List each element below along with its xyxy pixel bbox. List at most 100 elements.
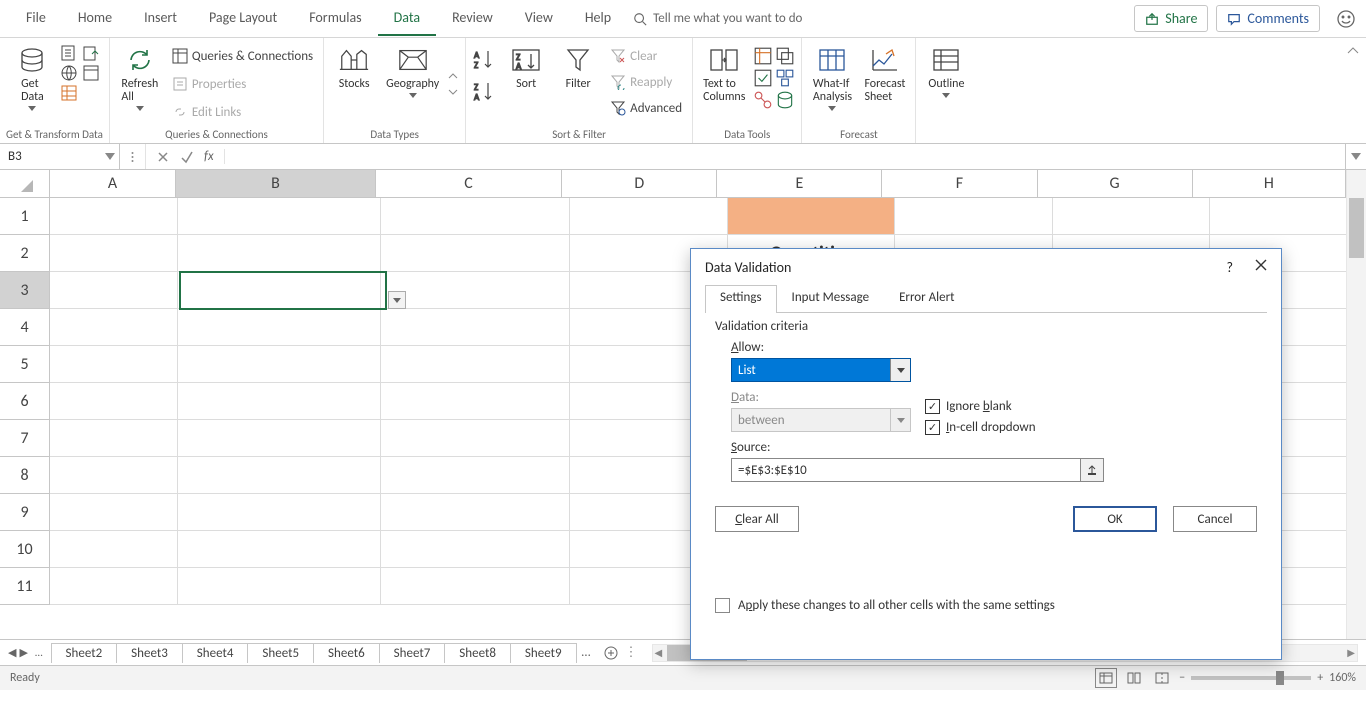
- row-header-1[interactable]: 1: [0, 198, 50, 235]
- cell-A3[interactable]: [50, 272, 178, 308]
- cell-E1[interactable]: [728, 198, 895, 234]
- select-all-cells[interactable]: [0, 170, 50, 198]
- get-data-button[interactable]: Get Data: [8, 42, 56, 113]
- add-sheet-button[interactable]: [603, 645, 619, 661]
- row-header-10[interactable]: 10: [0, 531, 50, 568]
- outline-button[interactable]: Outline: [922, 42, 970, 100]
- what-if-button[interactable]: What-If Analysis: [808, 42, 856, 113]
- dialog-title-bar[interactable]: Data Validation ?: [691, 249, 1281, 285]
- tab-home[interactable]: Home: [62, 1, 128, 36]
- cell-C9[interactable]: [381, 494, 570, 530]
- name-box[interactable]: B3: [0, 144, 120, 169]
- data-validation-icon[interactable]: [753, 68, 773, 88]
- tabs-resize-handle[interactable]: ⋮: [619, 645, 644, 660]
- cell-C7[interactable]: [381, 420, 570, 456]
- row-header-4[interactable]: 4: [0, 309, 50, 346]
- cell-dropdown-handle[interactable]: [388, 291, 406, 309]
- refresh-all-button[interactable]: Refresh All: [116, 42, 164, 113]
- manage-data-model-icon[interactable]: [775, 90, 795, 110]
- cell-B6[interactable]: [178, 383, 381, 419]
- relationships-icon[interactable]: [753, 90, 773, 110]
- sheet-tab[interactable]: Sheet2: [51, 643, 118, 663]
- more-sheets-icon[interactable]: …: [35, 646, 43, 659]
- edit-links-button[interactable]: Edit Links: [168, 102, 317, 122]
- cell-B7[interactable]: [178, 420, 381, 456]
- sort-button[interactable]: ZA Sort: [502, 42, 550, 93]
- scroll-thumb[interactable]: [1349, 198, 1364, 258]
- tab-help[interactable]: Help: [569, 1, 627, 36]
- zoom-out-button[interactable]: −: [1179, 671, 1185, 685]
- dialog-tab-error-alert[interactable]: Error Alert: [884, 285, 969, 312]
- from-text-csv-icon[interactable]: [60, 44, 78, 62]
- zoom-value[interactable]: 160%: [1329, 671, 1356, 685]
- sheet-tab[interactable]: Sheet5: [247, 643, 314, 663]
- sheet-tab[interactable]: Sheet7: [379, 643, 446, 663]
- cell-G1[interactable]: [1053, 198, 1211, 234]
- cell-B4[interactable]: [178, 309, 381, 345]
- reapply-button[interactable]: Reapply: [606, 72, 686, 92]
- col-header-h[interactable]: H: [1193, 170, 1346, 198]
- cell-A11[interactable]: [50, 568, 178, 604]
- sheet-tab[interactable]: Sheet3: [116, 643, 183, 663]
- share-button[interactable]: Share: [1134, 5, 1208, 32]
- cell-A10[interactable]: [50, 531, 178, 567]
- prev-sheet-icon[interactable]: ◀: [8, 646, 16, 659]
- comments-button[interactable]: Comments: [1216, 5, 1320, 32]
- cell-C2[interactable]: [381, 235, 570, 271]
- cell-B11[interactable]: [178, 568, 381, 604]
- text-to-columns-button[interactable]: Text to Columns: [699, 42, 749, 106]
- row-header-6[interactable]: 6: [0, 383, 50, 420]
- expand-formula-bar-icon[interactable]: [1346, 144, 1366, 169]
- cancel-formula-icon[interactable]: [156, 150, 170, 164]
- cell-A6[interactable]: [50, 383, 178, 419]
- incell-dropdown-checkbox[interactable]: ✓ In-cell dropdown: [925, 420, 1036, 435]
- cell-A7[interactable]: [50, 420, 178, 456]
- clear-filter-button[interactable]: Clear: [606, 46, 686, 66]
- cell-C10[interactable]: [381, 531, 570, 567]
- cell-A9[interactable]: [50, 494, 178, 530]
- tab-review[interactable]: Review: [436, 1, 509, 36]
- ignore-blank-checkbox[interactable]: ✓ Ignore blank: [925, 399, 1036, 414]
- apply-changes-checkbox[interactable]: Apply these changes to all other cells w…: [715, 598, 1055, 613]
- enter-formula-icon[interactable]: [180, 150, 194, 164]
- col-header-e[interactable]: E: [717, 170, 882, 198]
- cell-A8[interactable]: [50, 457, 178, 493]
- cell-B8[interactable]: [178, 457, 381, 493]
- cell-F1[interactable]: [895, 198, 1053, 234]
- cell-B5[interactable]: [178, 346, 381, 382]
- vertical-scrollbar[interactable]: [1346, 170, 1366, 639]
- tab-view[interactable]: View: [509, 1, 569, 36]
- cell-A1[interactable]: [50, 198, 178, 234]
- cell-B2[interactable]: [178, 235, 381, 271]
- close-icon[interactable]: [1255, 259, 1267, 276]
- cell-B10[interactable]: [178, 531, 381, 567]
- cell-A2[interactable]: [50, 235, 178, 271]
- col-header-d[interactable]: D: [562, 170, 717, 198]
- clear-all-button[interactable]: Clear All: [715, 506, 799, 532]
- page-layout-view-icon[interactable]: [1123, 668, 1145, 688]
- cell-C1[interactable]: [381, 198, 570, 234]
- tab-page-layout[interactable]: Page Layout: [193, 1, 293, 36]
- tab-data[interactable]: Data: [378, 1, 436, 36]
- flash-fill-icon[interactable]: [753, 46, 773, 66]
- cell-A5[interactable]: [50, 346, 178, 382]
- remove-duplicates-icon[interactable]: [775, 46, 795, 66]
- dialog-help-button[interactable]: ?: [1227, 259, 1234, 276]
- cell-B3[interactable]: [178, 272, 381, 308]
- cell-B1[interactable]: [178, 198, 381, 234]
- sheet-tab[interactable]: Sheet9: [510, 643, 577, 663]
- sheet-tab[interactable]: Sheet4: [182, 643, 249, 663]
- source-input[interactable]: =$E$3:$E$10: [731, 458, 1081, 482]
- cell-C5[interactable]: [381, 346, 570, 382]
- cell-A4[interactable]: [50, 309, 178, 345]
- forecast-sheet-button[interactable]: Forecast Sheet: [860, 42, 909, 106]
- more-sheets-ellipsis[interactable]: …: [576, 645, 597, 660]
- recent-sources-icon[interactable]: [82, 44, 100, 62]
- geography-button[interactable]: Geography: [382, 42, 443, 100]
- dialog-tab-settings[interactable]: Settings: [705, 285, 777, 313]
- collapse-ribbon-icon[interactable]: [1340, 38, 1366, 143]
- collapse-dialog-icon[interactable]: [1080, 458, 1104, 482]
- col-header-a[interactable]: A: [50, 170, 176, 198]
- row-header-7[interactable]: 7: [0, 420, 50, 457]
- cell-C3[interactable]: [381, 272, 570, 308]
